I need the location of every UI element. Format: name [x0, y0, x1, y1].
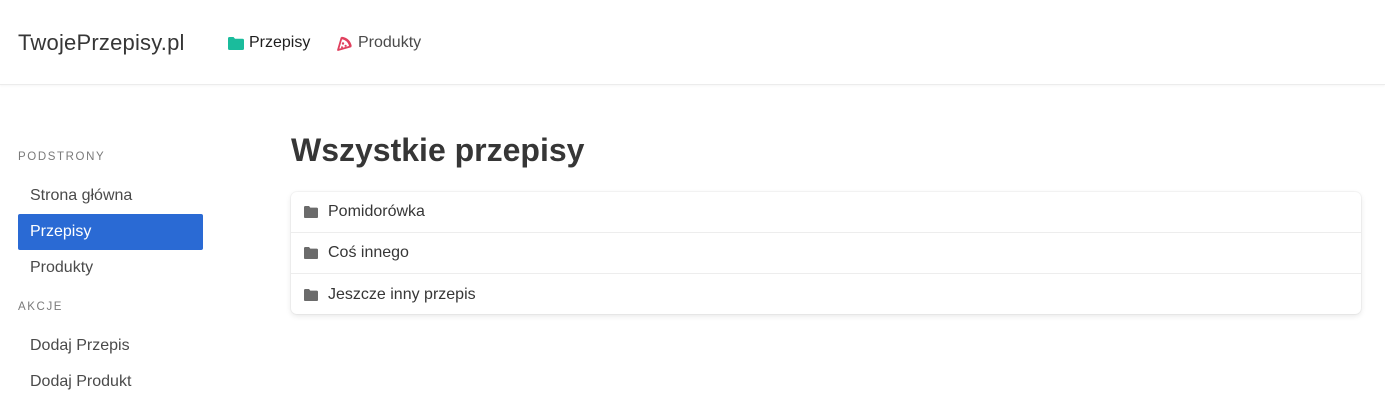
- folder-icon: [304, 288, 318, 301]
- recipe-name: Pomidorówka: [328, 203, 425, 220]
- navbar-item-przepisy[interactable]: Przepisy: [228, 32, 310, 54]
- sidebar-item-strona-glowna[interactable]: Strona główna: [18, 178, 203, 214]
- recipe-list-panel: Pomidorówka Coś innego Jeszcze inny prze…: [291, 192, 1361, 314]
- recipe-list-item[interactable]: Coś innego: [291, 233, 1361, 274]
- sidebar-item-dodaj-produkt[interactable]: Dodaj Produkt: [18, 364, 203, 400]
- sidebar-item-przepisy[interactable]: Przepisy: [18, 214, 203, 250]
- folder-icon: [228, 36, 244, 50]
- sidebar-item-produkty[interactable]: Produkty: [18, 250, 203, 286]
- brand-logo[interactable]: TwojePrzepisy.pl: [18, 30, 185, 56]
- page-title: Wszystkie przepisy: [291, 132, 585, 168]
- navbar-item-label: Przepisy: [249, 34, 311, 51]
- sidebar-item-dodaj-przepis[interactable]: Dodaj Przepis: [18, 328, 203, 364]
- recipe-name: Coś innego: [328, 244, 409, 261]
- recipe-name: Jeszcze inny przepis: [328, 285, 476, 303]
- pizza-icon: [337, 35, 353, 51]
- menu-section-label: PODSTRONY: [18, 151, 106, 163]
- recipe-list-item[interactable]: Jeszcze inny przepis: [291, 274, 1361, 314]
- navbar-item-produkty[interactable]: Produkty: [337, 32, 421, 54]
- recipe-list-item[interactable]: Pomidorówka: [291, 192, 1361, 233]
- navbar-item-label: Produkty: [358, 34, 422, 51]
- folder-icon: [304, 247, 318, 259]
- top-navbar: TwojePrzepisy.pl Przepisy Produkty: [0, 0, 1385, 85]
- folder-icon: [304, 206, 318, 218]
- menu-section-label: AKCJE: [18, 301, 64, 313]
